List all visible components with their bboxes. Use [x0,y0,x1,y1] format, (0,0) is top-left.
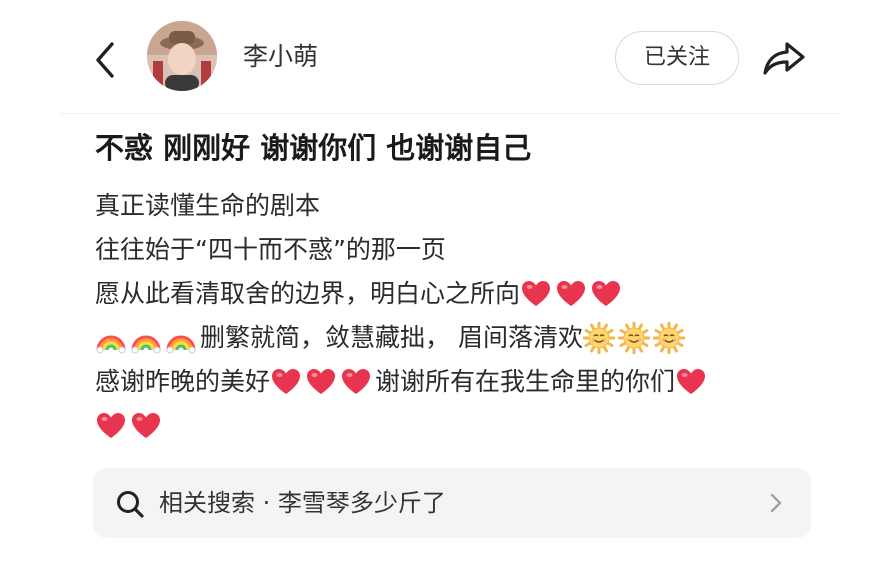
heart-emoji-icon [520,278,552,310]
header-divider [60,113,840,114]
rainbow-emoji-icon [165,322,197,354]
post-line: 删繁就简，敛慧藏拙， 眉间落清欢 [95,316,835,360]
post-line-text: 感谢昨晚的美好 [95,367,271,396]
sun-emoji-icon [617,322,650,354]
related-search-text: 相关搜索 · 李雪琴多少斤了 [159,489,446,517]
chevron-left-icon [96,42,114,78]
share-arrow-icon [763,42,805,75]
post-line: 感谢昨晚的美好 谢谢所有在我生命里的你们 [95,360,835,404]
avatar[interactable] [147,21,217,91]
sun-emoji-icon [582,322,615,354]
search-icon [117,491,144,518]
post-line: 愿从此看清取舍的边界，明白心之所向 [95,272,835,316]
follow-button[interactable]: 已关注 [615,31,739,85]
post-line-text: 删繁就简，敛慧藏拙， 眉间落清欢 [200,323,583,352]
heart-emoji-icon [305,366,337,398]
username[interactable]: 李小萌 [243,39,318,75]
post-title: 不惑 刚刚好 谢谢你们 也谢谢自己 [95,131,532,165]
heart-emoji-icon [95,410,127,442]
post-line-text: 真正读懂生命的剧本 [95,191,321,220]
post-line: 往往始于“四十而不惑”的那一页 [95,228,835,272]
rainbow-emoji-icon [95,322,127,354]
post-line [95,404,835,448]
back-button[interactable] [88,38,124,82]
post-line-text: 谢谢所有在我生命里的你们 [375,367,676,396]
post-line-text: 愿从此看清取舍的边界，明白心之所向 [95,279,521,308]
related-search-bar[interactable]: 相关搜索 · 李雪琴多少斤了 [93,468,811,538]
post-page: 李小萌 已关注 不惑 刚刚好 谢谢你们 也谢谢自己 真正读懂生命的剧本 往往始于… [0,0,886,573]
heart-emoji-icon [270,366,302,398]
post-header: 李小萌 已关注 [0,0,886,112]
avatar-image [147,21,217,91]
sun-emoji-icon [652,322,685,354]
post-line-text: 往往始于“四十而不惑”的那一页 [95,235,446,264]
heart-emoji-icon [340,366,372,398]
chevron-right-icon [770,493,782,513]
post-line: 真正读懂生命的剧本 [95,184,835,228]
heart-emoji-icon [130,410,162,442]
heart-emoji-icon [555,278,587,310]
post-body: 真正读懂生命的剧本 往往始于“四十而不惑”的那一页 愿从此看清取舍的边界，明白心… [95,184,835,448]
heart-emoji-icon [590,278,622,310]
heart-emoji-icon [675,366,707,398]
share-button[interactable] [760,36,808,80]
rainbow-emoji-icon [130,322,162,354]
